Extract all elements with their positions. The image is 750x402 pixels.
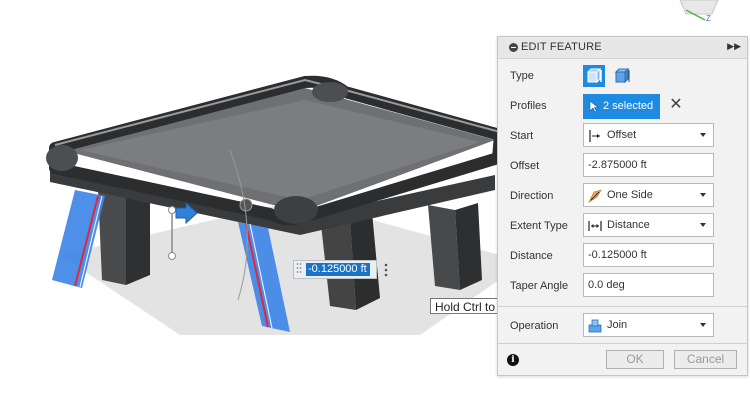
extrude-type-solid-button[interactable] xyxy=(583,65,605,87)
footer-divider xyxy=(498,343,747,344)
pivot-point[interactable] xyxy=(239,198,253,212)
taper-angle-value: 0.0 deg xyxy=(588,279,625,291)
profiles-selection-button[interactable]: 2 selected xyxy=(583,94,660,119)
chevron-down-icon xyxy=(700,323,706,327)
start-dropdown[interactable]: Offset xyxy=(583,123,714,147)
direction-value: One Side xyxy=(607,189,653,201)
extrude-type-solid-icon xyxy=(586,67,602,84)
info-icon[interactable]: i xyxy=(507,354,519,366)
corner-cap xyxy=(312,82,348,102)
extent-type-value: Distance xyxy=(607,219,650,231)
collapse-icon[interactable] xyxy=(509,43,518,52)
chevron-down-icon xyxy=(700,223,706,227)
distance-value: -0.125000 ft xyxy=(588,249,647,261)
chevron-down-icon xyxy=(700,133,706,137)
extent-type-dropdown[interactable]: Distance xyxy=(583,213,714,237)
operation-join-icon xyxy=(588,319,602,333)
profiles-selection-count: 2 selected xyxy=(603,100,654,112)
manipulator-handle[interactable] xyxy=(168,206,176,214)
taper-angle-label: Taper Angle xyxy=(510,280,569,292)
start-value: Offset xyxy=(607,129,637,141)
svg-text:Z: Z xyxy=(706,14,711,23)
chevron-down-icon xyxy=(700,193,706,197)
start-offset-icon xyxy=(589,130,600,142)
expand-panel-icon[interactable]: ▶▶ xyxy=(727,41,741,52)
dimension-input[interactable]: -0.125000 ft xyxy=(306,263,370,276)
type-label: Type xyxy=(510,70,534,82)
table-leg-side xyxy=(126,188,150,285)
ok-button[interactable]: OK xyxy=(606,350,664,369)
extrude-type-thin-icon xyxy=(614,67,630,84)
panel-header[interactable]: EDIT FEATURE ▶▶ xyxy=(498,37,747,59)
operation-value: Join xyxy=(607,319,628,331)
taper-angle-field[interactable]: 0.0 deg xyxy=(583,273,714,297)
direction-label: Direction xyxy=(510,190,554,202)
profiles-label: Profiles xyxy=(510,100,547,112)
viewcube-icon[interactable]: Z xyxy=(679,0,719,23)
section-divider xyxy=(498,306,747,307)
manipulator-handle[interactable] xyxy=(168,252,176,260)
clear-selection-icon[interactable]: ✕ xyxy=(669,96,683,114)
corner-cap xyxy=(46,145,78,171)
extrude-type-thin-button[interactable] xyxy=(611,65,633,87)
drag-grip-icon[interactable] xyxy=(296,262,302,277)
offset-value: -2.875000 ft xyxy=(588,159,647,171)
distance-label: Distance xyxy=(510,250,553,262)
direction-dropdown[interactable]: One Side xyxy=(583,183,714,207)
panel-title: EDIT FEATURE xyxy=(521,41,602,53)
direction-one-side-icon xyxy=(588,189,602,203)
corner-cap xyxy=(274,196,318,224)
offset-field[interactable]: -2.875000 ft xyxy=(583,153,714,177)
more-options-icon[interactable] xyxy=(382,262,390,278)
offset-label: Offset xyxy=(510,160,540,172)
start-label: Start xyxy=(510,130,534,142)
operation-dropdown[interactable]: Join xyxy=(583,313,714,337)
extent-type-label: Extent Type xyxy=(510,220,568,232)
operation-label: Operation xyxy=(510,320,559,332)
extent-distance-icon xyxy=(588,221,602,231)
cancel-button[interactable]: Cancel xyxy=(674,350,737,369)
selection-cursor-icon xyxy=(589,100,599,113)
distance-field[interactable]: -0.125000 ft xyxy=(583,243,714,267)
edit-feature-panel: EDIT FEATURE ▶▶ Type Profiles 2 selected… xyxy=(497,36,748,376)
